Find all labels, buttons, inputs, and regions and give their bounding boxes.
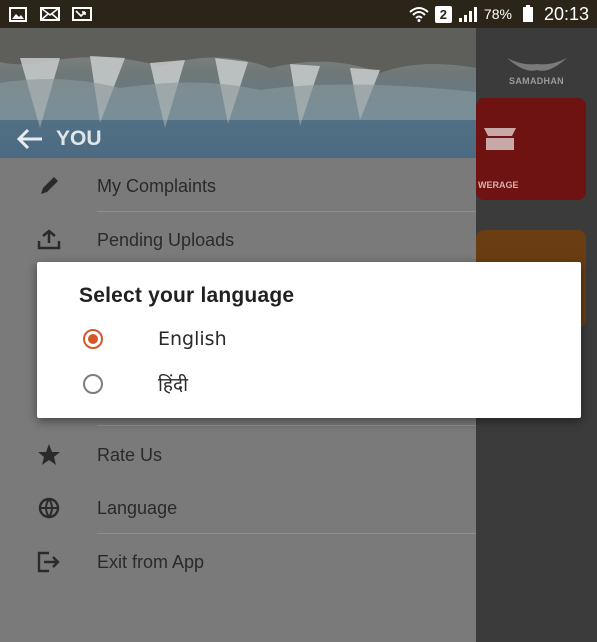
gallery-icon <box>8 6 28 22</box>
radio-selected-icon[interactable] <box>83 329 103 349</box>
menu-item-pending-uploads[interactable]: Pending Uploads <box>0 215 476 265</box>
menu-divider <box>97 211 476 212</box>
menu-item-exit-from-app[interactable]: Exit from App <box>0 537 476 587</box>
sim-slot-badge: 2 <box>434 5 452 23</box>
drawer-header: YOU <box>0 28 476 158</box>
language-option-label: English <box>158 328 227 350</box>
brand-logo: SAMADHAN <box>476 28 597 94</box>
drawer-title-row: YOU <box>0 120 476 158</box>
mail-icon <box>40 7 60 22</box>
arrow-left-icon[interactable] <box>16 127 46 151</box>
dialog-title: Select your language <box>79 284 295 307</box>
battery-percent: 78% <box>483 6 512 22</box>
language-dialog: Select your language English हिंदी <box>37 262 581 418</box>
radio-unselected-icon[interactable] <box>83 374 103 394</box>
missed-call-icon <box>72 7 92 22</box>
menu-item-label: Rate Us <box>97 444 163 465</box>
globe-icon <box>36 495 62 521</box>
menu-item-label: Exit from App <box>97 551 205 572</box>
language-option-hindi[interactable]: हिंदी <box>37 364 581 404</box>
upload-icon <box>36 227 62 253</box>
menu-item-label: My Complaints <box>97 175 217 196</box>
sewerage-tile-label: WERAGE <box>478 180 519 190</box>
language-option-label: हिंदी <box>158 374 189 396</box>
sewerage-tile[interactable]: WERAGE <box>476 98 586 200</box>
menu-divider <box>97 533 476 534</box>
pencil-icon <box>36 173 62 199</box>
brand-wings-icon <box>506 58 567 71</box>
language-option-english[interactable]: English <box>37 319 581 359</box>
menu-item-my-complaints[interactable]: My Complaints <box>0 161 476 211</box>
signal-icon <box>458 7 478 22</box>
menu-item-label: Pending Uploads <box>97 229 235 250</box>
brand-text: SAMADHAN <box>509 76 564 86</box>
menu-item-label: Language <box>97 497 178 518</box>
battery-icon <box>518 5 538 22</box>
status-bar: 2 78% 20:13 <box>0 0 597 28</box>
clock: 20:13 <box>543 3 589 24</box>
sewerage-icon <box>484 128 516 150</box>
drawer-title: YOU <box>56 127 102 150</box>
exit-icon <box>36 549 62 575</box>
menu-item-language[interactable]: Language <box>0 483 476 533</box>
star-icon <box>36 442 62 468</box>
wifi-icon <box>409 7 429 22</box>
menu-divider <box>97 425 476 426</box>
menu-item-rate-us[interactable]: Rate Us <box>0 430 476 480</box>
screen: 2 78% 20:13 SAMADHAN WERAGE YOU My Compl… <box>0 0 597 642</box>
